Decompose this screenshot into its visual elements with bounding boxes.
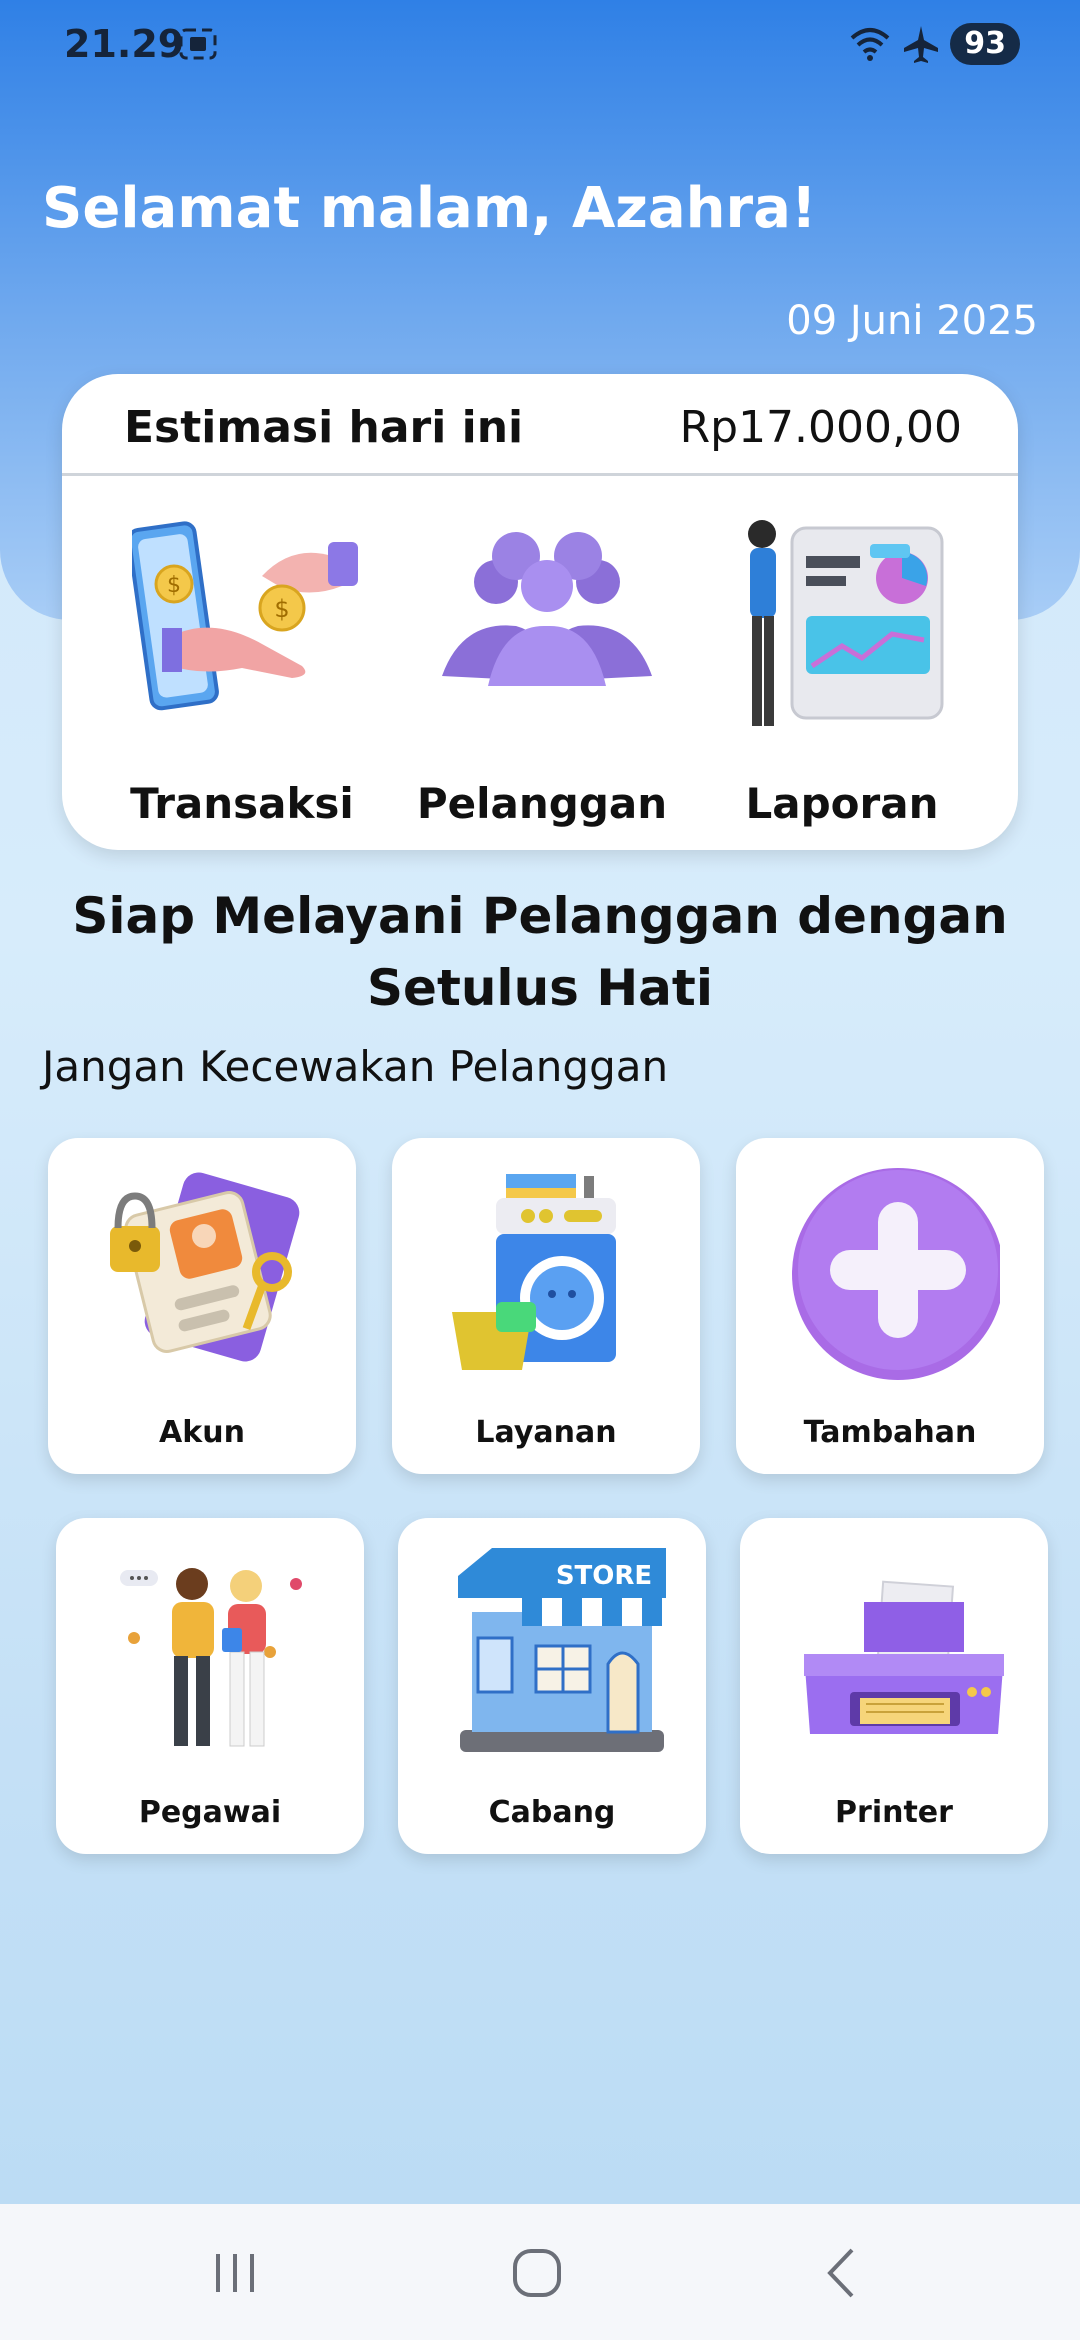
employees-icon xyxy=(120,1568,302,1747)
back-icon[interactable] xyxy=(806,2240,876,2306)
greeting-title: Selamat malam, Azahra! xyxy=(42,176,817,241)
tile-pegawai[interactable]: Pegawai xyxy=(56,1518,364,1854)
svg-text:$: $ xyxy=(274,595,289,623)
svg-text:$: $ xyxy=(167,573,181,598)
menu-pelanggan-label: Pelanggan xyxy=(416,779,668,828)
tile-printer-label: Printer xyxy=(835,1795,953,1830)
wifi-icon xyxy=(850,28,890,61)
slogan-subtitle: Jangan Kecewakan Pelanggan xyxy=(42,1042,669,1091)
slogan-line-1: Siap Melayani Pelanggan dengan xyxy=(72,887,1008,945)
tile-akun-label: Akun xyxy=(159,1415,245,1450)
home-icon[interactable] xyxy=(502,2240,572,2306)
estimate-header: Estimasi hari ini Rp17.000,00 xyxy=(62,374,1018,476)
slogan-title: Siap Melayani Pelanggan dengan Setulus H… xyxy=(40,880,1040,1024)
tile-akun[interactable]: Akun xyxy=(48,1138,356,1474)
screen-record-icon xyxy=(179,28,217,60)
plus-icon xyxy=(792,1168,1000,1380)
recent-apps-icon[interactable] xyxy=(200,2240,270,2306)
customers-icon xyxy=(442,532,652,686)
estimate-label: Estimasi hari ini xyxy=(124,402,524,453)
tile-printer[interactable]: Printer xyxy=(740,1518,1048,1854)
daily-estimate-card: Estimasi hari ini Rp17.000,00 $ $ Transa… xyxy=(62,374,1018,850)
menu-pelanggan[interactable]: Pelanggan xyxy=(392,476,692,850)
slogan-line-2: Setulus Hati xyxy=(367,959,713,1017)
menu-transaksi-label: Transaksi xyxy=(130,779,354,828)
svg-text:STORE: STORE xyxy=(556,1561,652,1591)
status-time: 21.29 xyxy=(64,22,185,66)
washing-machine-icon xyxy=(452,1174,616,1370)
status-icons: 93 xyxy=(848,22,1020,66)
estimate-value: Rp17.000,00 xyxy=(679,402,962,453)
tile-tambahan-label: Tambahan xyxy=(803,1415,977,1450)
battery-indicator: 93 xyxy=(950,23,1020,65)
transaction-icon: $ $ xyxy=(132,521,358,711)
printer-icon xyxy=(804,1580,1004,1734)
report-icon xyxy=(748,520,944,726)
estimate-menu: $ $ Transaksi Pelanggan Laporan xyxy=(62,476,1018,850)
tile-tambahan[interactable]: Tambahan xyxy=(736,1138,1044,1474)
tile-cabang-label: Cabang xyxy=(488,1795,616,1830)
tile-cabang[interactable]: STORE Cabang xyxy=(398,1518,706,1854)
account-icon xyxy=(110,1172,300,1362)
tile-pegawai-label: Pegawai xyxy=(138,1795,282,1830)
system-navigation-bar xyxy=(0,2204,1080,2340)
menu-transaksi[interactable]: $ $ Transaksi xyxy=(92,476,392,850)
current-date: 09 Juni 2025 xyxy=(786,298,1038,344)
airplane-icon xyxy=(904,26,939,63)
tile-layanan[interactable]: Layanan xyxy=(392,1138,700,1474)
tile-layanan-label: Layanan xyxy=(475,1415,617,1450)
store-icon: STORE xyxy=(458,1548,666,1752)
menu-laporan-label: Laporan xyxy=(745,779,939,828)
menu-laporan[interactable]: Laporan xyxy=(692,476,992,850)
status-bar: 21.29 93 xyxy=(0,0,1080,90)
